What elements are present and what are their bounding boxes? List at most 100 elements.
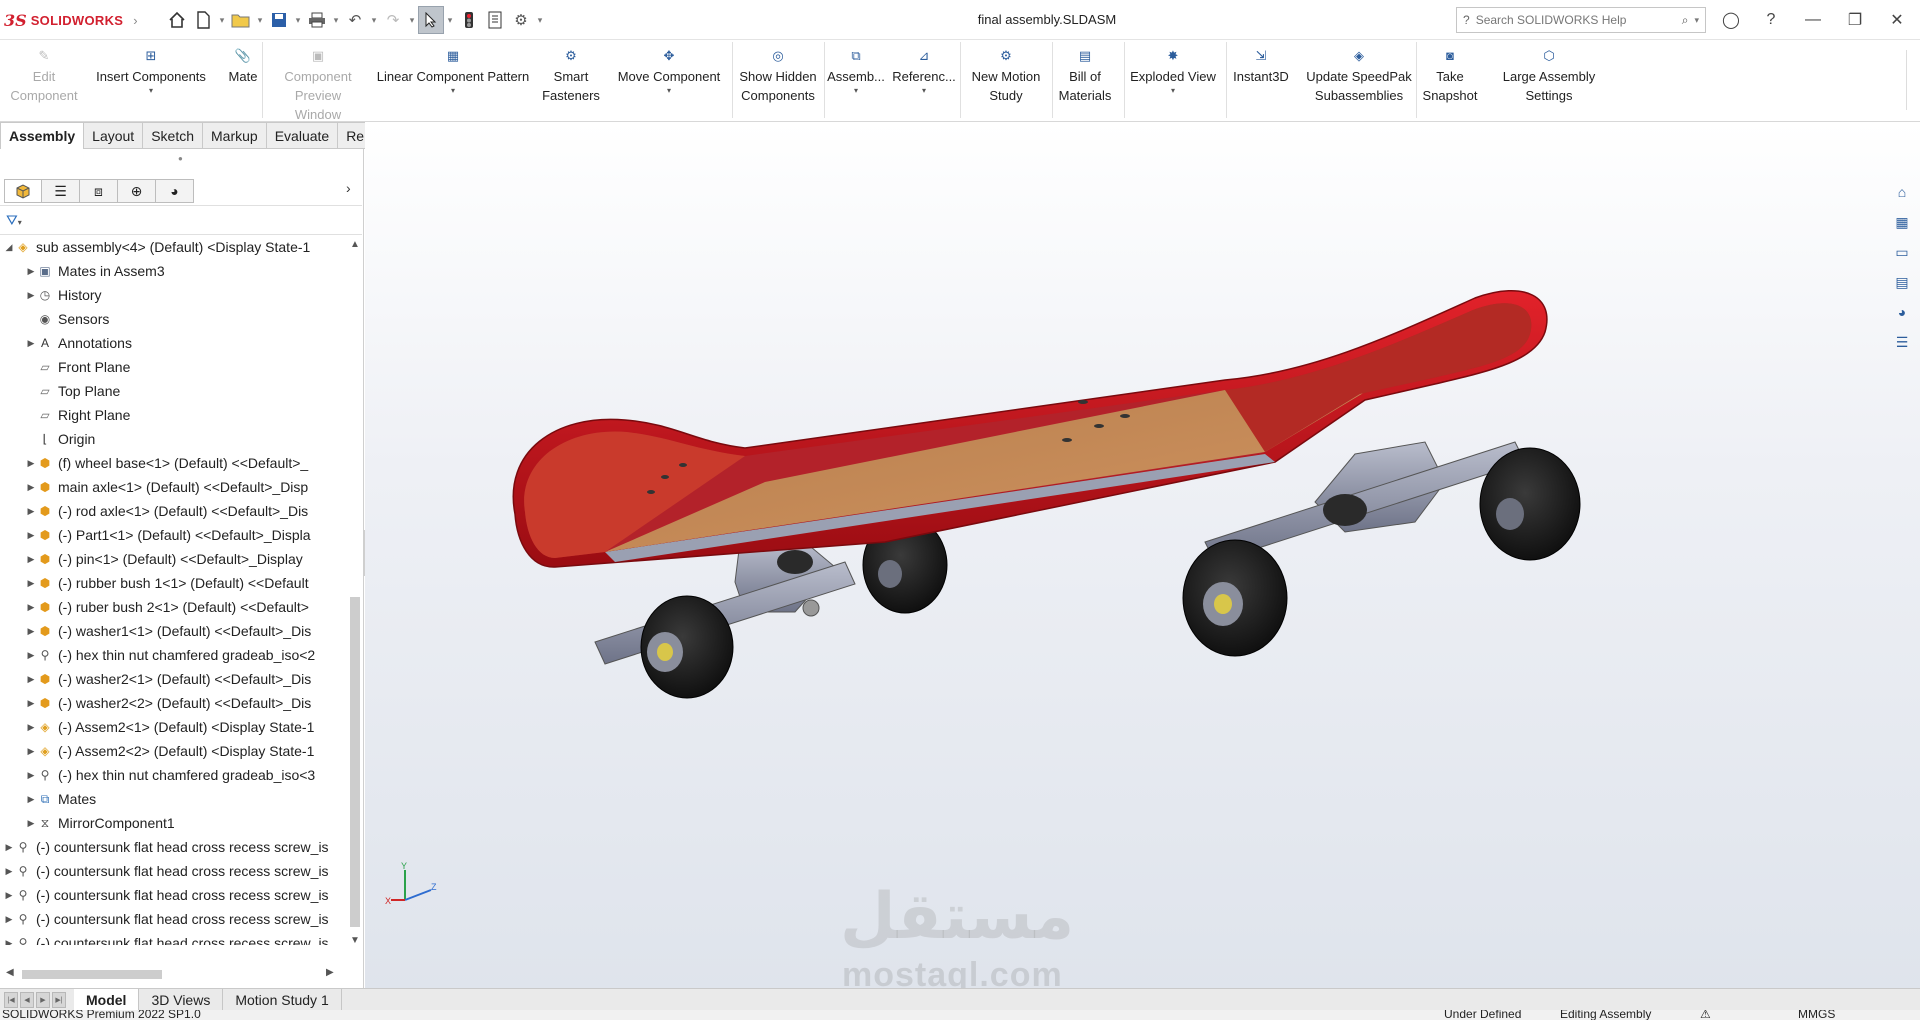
expand-arrow-icon[interactable]: ▶: [26, 530, 36, 541]
tree-vertical-scrollbar[interactable]: ▲ ▼: [348, 235, 362, 955]
ribbon-button-show-hidden-components[interactable]: ◎ Show Hidden Components: [732, 40, 824, 122]
tree-node[interactable]: ▶ ⚲ (-) countersunk flat head cross recess…: [0, 883, 329, 907]
appearances-icon[interactable]: ◕: [1888, 300, 1916, 324]
scroll-right-icon[interactable]: ▶: [326, 967, 334, 978]
ribbon-button-assemb[interactable]: ⧉ Assemb... ▾: [824, 40, 888, 122]
front-wheel-near[interactable]: [640, 595, 734, 699]
tree-node[interactable]: ▶ ◷ History: [0, 283, 102, 307]
ribbon-button-bill-of-materials[interactable]: ▤ Bill of Materials: [1052, 40, 1118, 122]
expand-arrow-icon[interactable]: ▶: [26, 698, 36, 709]
tree-node[interactable]: ▶ A Annotations: [0, 331, 132, 355]
expand-arrow-icon[interactable]: ▶: [26, 290, 36, 301]
tree-node[interactable]: ▶ ⬢ (-) Part1<1> (Default) <<Default>_Disp…: [0, 523, 311, 547]
tree-node[interactable]: ▶ ◈ (-) Assem2<2> (Default) <Display State…: [0, 739, 315, 763]
ribbon-dropdown-icon[interactable]: ▾: [149, 86, 153, 96]
ribbon-button-insert-components[interactable]: ⊞ Insert Components ▾: [86, 40, 216, 122]
tree-node[interactable]: ▶ ⬢ (-) washer1<1> (Default) <<Default>_Di…: [0, 619, 312, 643]
search-icon[interactable]: ⌕: [1682, 13, 1689, 28]
bottom-tab-model[interactable]: Model: [74, 988, 140, 1011]
ribbon-button-large-assembly-settings[interactable]: ⬡ Large Assembly Settings: [1488, 40, 1610, 122]
restore-window-icon[interactable]: ❐: [1842, 8, 1868, 32]
scroll-down-icon[interactable]: ▼: [348, 935, 362, 946]
solidworks-resources-icon[interactable]: ⌂: [1888, 180, 1916, 204]
expand-arrow-icon[interactable]: ▶: [26, 650, 36, 661]
expand-arrow-icon[interactable]: ▶: [26, 578, 36, 589]
tree-node[interactable]: ◉ Sensors: [0, 307, 110, 331]
tree-node[interactable]: ▶ ⚲ (-) hex thin nut chamfered gradeab_iso…: [0, 643, 316, 667]
panel-expand-chevron-icon[interactable]: ›: [346, 180, 351, 196]
expand-arrow-icon[interactable]: ▶: [4, 842, 14, 853]
tree-node[interactable]: ▶ ⚲ (-) hex thin nut chamfered gradeab_iso…: [0, 763, 316, 787]
user-account-icon[interactable]: ◯: [1718, 8, 1744, 32]
tree-node[interactable]: ▶ ⬢ main axle<1> (Default) <<Default>_Disp: [0, 475, 309, 499]
expand-arrow-icon[interactable]: ▶: [26, 554, 36, 565]
tab-sketch[interactable]: Sketch: [143, 122, 204, 149]
tree-node[interactable]: ▱ Front Plane: [0, 355, 130, 379]
ribbon-button-instant3d[interactable]: ⇲ Instant3D: [1226, 40, 1296, 122]
rebuild-icon[interactable]: ⚠: [1700, 1010, 1711, 1020]
ribbon-button-update-speedpak-subassemblies[interactable]: ◈ Update SpeedPak Subassemblies: [1300, 40, 1418, 122]
ribbon-scroll[interactable]: [1906, 50, 1916, 110]
expand-arrow-icon[interactable]: ▶: [26, 770, 36, 781]
scroll-thumb-horizontal[interactable]: [22, 970, 162, 979]
expand-arrow-icon[interactable]: ▶: [26, 818, 36, 829]
first-tab-icon[interactable]: |◀: [4, 991, 18, 1008]
close-window-icon[interactable]: ✕: [1884, 8, 1910, 32]
expand-arrow-icon[interactable]: ▶: [26, 602, 36, 613]
ribbon-button-smart-fasteners[interactable]: ⚙ Smart Fasteners: [536, 40, 606, 122]
ribbon-dropdown-icon[interactable]: ▾: [922, 86, 926, 96]
tab-layout[interactable]: Layout: [84, 122, 144, 149]
expand-arrow-icon[interactable]: ▶: [26, 626, 36, 637]
tree-node[interactable]: ⌊ Origin: [0, 427, 96, 451]
ribbon-button-take-snapshot[interactable]: ◙ Take Snapshot: [1416, 40, 1484, 122]
expand-arrow-icon[interactable]: ▶: [4, 890, 14, 901]
tree-node[interactable]: ▶ ▣ Mates in Assem3: [0, 259, 165, 283]
filter-icon[interactable]: ⛛: [6, 212, 18, 228]
tree-node[interactable]: ▶ ⬢ (-) pin<1> (Default) <<Default>_Displa…: [0, 547, 303, 571]
status-units[interactable]: MMGS: [1798, 1010, 1835, 1020]
expand-arrow-icon[interactable]: ▶: [26, 794, 36, 805]
tree-node[interactable]: ▶ ⬢ (f) wheel base<1> (Default) <<Default>…: [0, 451, 309, 475]
tree-node[interactable]: ▶ ⬢ (-) ruber bush 2<1> (Default) <<Defaul…: [0, 595, 309, 619]
collapse-arrow-icon[interactable]: ◢: [4, 242, 14, 253]
expand-arrow-icon[interactable]: ▶: [26, 266, 36, 277]
scroll-up-icon[interactable]: ▲: [348, 239, 362, 250]
ribbon-button-linear-component-pattern[interactable]: ▦ Linear Component Pattern ▾: [368, 40, 538, 122]
expand-arrow-icon[interactable]: ▶: [26, 482, 36, 493]
scroll-left-icon[interactable]: ◀: [6, 967, 14, 978]
tree-node[interactable]: ▶ ⬢ (-) washer2<2> (Default) <<Default>_Di…: [0, 691, 312, 715]
ribbon-button-new-motion-study[interactable]: ⚙ New Motion Study: [962, 40, 1050, 122]
last-tab-icon[interactable]: ▶|: [52, 991, 66, 1008]
tree-filter[interactable]: ⛛▾: [0, 205, 362, 235]
tab-assembly[interactable]: Assembly: [0, 122, 85, 149]
rear-wheel-far[interactable]: [1479, 447, 1581, 561]
ribbon-button-mate[interactable]: 📎 Mate: [218, 40, 268, 122]
expand-arrow-icon[interactable]: ▶: [26, 746, 36, 757]
ribbon-dropdown-icon[interactable]: ▾: [451, 86, 455, 96]
tree-node[interactable]: ▶ ◈ (-) Assem2<1> (Default) <Display State…: [0, 715, 315, 739]
tree-node[interactable]: ▶ ⬢ (-) washer2<1> (Default) <<Default>_Di…: [0, 667, 312, 691]
expand-arrow-icon[interactable]: ▶: [26, 458, 36, 469]
skateboard-model[interactable]: [365, 122, 1920, 990]
minimize-window-icon[interactable]: —: [1800, 8, 1826, 32]
tree-node[interactable]: ▶ ⚲ (-) countersunk flat head cross recess…: [0, 907, 329, 931]
expand-arrow-icon[interactable]: ▶: [26, 506, 36, 517]
help-icon[interactable]: ?: [1758, 8, 1784, 32]
configuration-manager-tab-icon[interactable]: ⧈: [80, 179, 118, 203]
search-dropdown-icon[interactable]: ▾: [1694, 15, 1699, 26]
graphics-area[interactable]: مستقل mostaql.com Y Z X: [365, 122, 1920, 990]
design-library-icon[interactable]: ▦: [1888, 210, 1916, 234]
tree-horizontal-scrollbar[interactable]: ◀ ▶: [0, 967, 346, 981]
tree-node[interactable]: ▶ ⧉ Mates: [0, 787, 97, 811]
panel-grip-icon[interactable]: ●: [178, 154, 183, 163]
tree-node[interactable]: ▱ Right Plane: [0, 403, 130, 427]
tree-node[interactable]: ▱ Top Plane: [0, 379, 120, 403]
file-explorer-icon[interactable]: ▭: [1888, 240, 1916, 264]
ribbon-dropdown-icon[interactable]: ▾: [854, 86, 858, 96]
bottom-tab-motion-study-1[interactable]: Motion Study 1: [223, 988, 342, 1011]
prev-tab-icon[interactable]: ◀: [20, 991, 34, 1008]
ribbon-dropdown-icon[interactable]: ▾: [1171, 86, 1175, 96]
ribbon-dropdown-icon[interactable]: ▾: [667, 86, 671, 96]
tab-markup[interactable]: Markup: [203, 122, 267, 149]
tree-node[interactable]: ▶ ⚲ (-) countersunk flat head cross recess…: [0, 835, 329, 859]
